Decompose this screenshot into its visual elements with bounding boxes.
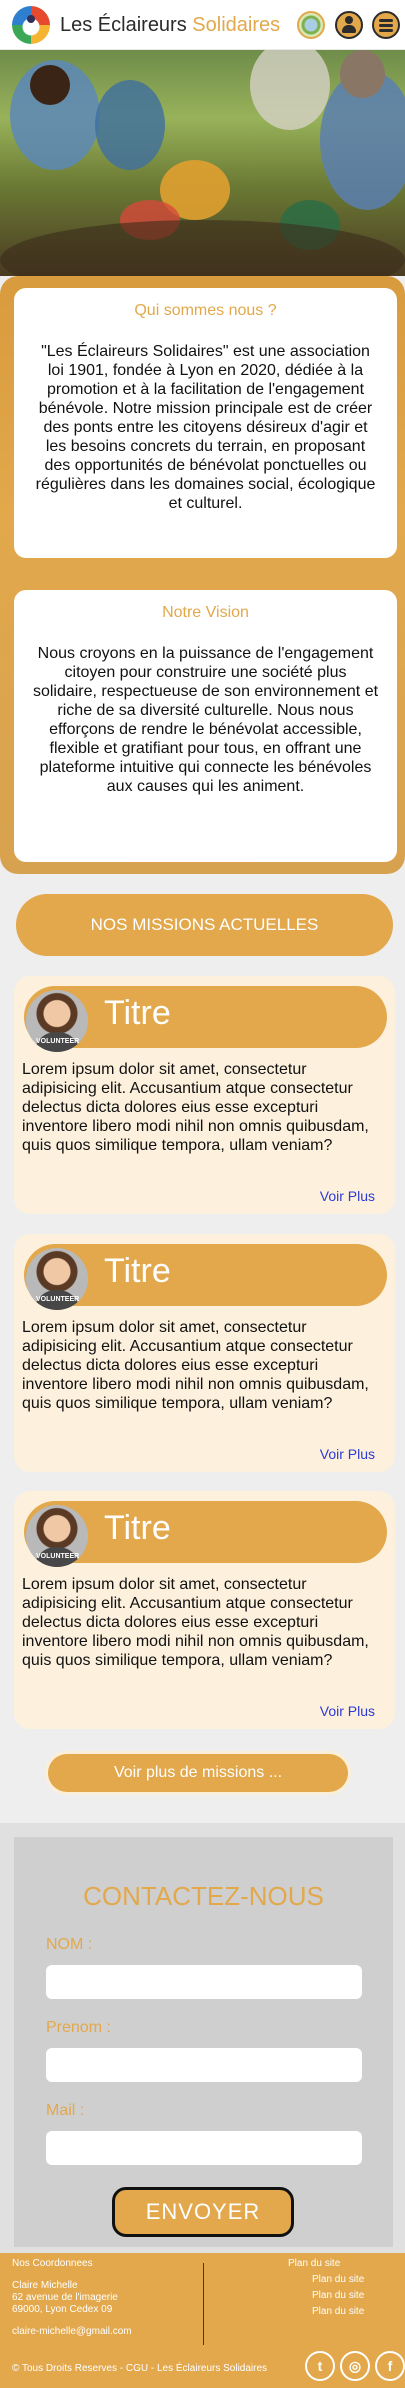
who-card: Qui sommes nous ? "Les Éclaireurs Solida… [14, 288, 397, 558]
hero-image [0, 50, 405, 276]
brand-main: Les Éclaireurs [60, 14, 187, 36]
mission-text: Lorem ipsum dolor sit amet, consectetur … [22, 1319, 369, 1412]
mail-field[interactable] [46, 2131, 362, 2165]
brand-accent: Solidaires [192, 14, 281, 36]
send-button[interactable]: ENVOYER [112, 2187, 294, 2237]
nom-field[interactable] [46, 1965, 362, 1999]
mission-card: VOLUNTEER Titre Lorem ipsum dolor sit am… [14, 1234, 395, 1472]
contact-form: CONTACTEZ-NOUS NOM : Prenom : Mail : ENV… [14, 1837, 393, 2247]
instagram-icon[interactable]: ◎ [340, 2351, 370, 2381]
mission-card: VOLUNTEER Titre Lorem ipsum dolor sit am… [14, 1491, 395, 1729]
sitemap-link[interactable]: Plan du site [312, 2290, 364, 2302]
missions-heading: NOS MISSIONS ACTUELLES [16, 894, 393, 956]
sitemap-link[interactable]: Plan du site [312, 2306, 364, 2318]
prenom-field[interactable] [46, 2048, 362, 2082]
volunteer-badge: VOLUNTEER [36, 1038, 80, 1045]
contact-title: CONTACTEZ-NOUS [83, 1881, 324, 1911]
see-more-link[interactable]: Voir Plus [320, 1446, 375, 1462]
copyright: © Tous Droits Reserves - CGU - Les Éclai… [12, 2363, 268, 2374]
contact-name: Claire Michelle [12, 2280, 78, 2291]
site-header: Les Éclaireurs Solidaires [0, 0, 405, 50]
brand-name[interactable]: Les Éclaireurs Solidaires [60, 14, 280, 37]
vision-text: Nous croyons en la puissance de l'engage… [32, 645, 379, 795]
user-icon[interactable] [335, 11, 363, 39]
volunteer-avatar: VOLUNTEER [26, 990, 88, 1052]
who-text: "Les Éclaireurs Solidaires" est une asso… [35, 343, 376, 512]
volunteer-badge: VOLUNTEER [36, 1296, 80, 1303]
contact-city: 69000, Lyon Cedex 09 [12, 2304, 113, 2315]
see-more-missions-button[interactable]: Voir plus de missions ... [48, 1754, 348, 1792]
mission-title: Titre [104, 1509, 171, 1547]
volunteer-avatar: VOLUNTEER [26, 1248, 88, 1310]
see-more-link[interactable]: Voir Plus [320, 1703, 375, 1719]
logo-icon[interactable] [12, 6, 50, 44]
volunteer-avatar: VOLUNTEER [26, 1505, 88, 1567]
about-section: Qui sommes nous ? "Les Éclaireurs Solida… [0, 276, 405, 874]
coords-title: Nos Coordonnees [12, 2258, 93, 2269]
menu-icon[interactable] [372, 11, 400, 39]
volunteer-badge: VOLUNTEER [36, 1553, 80, 1560]
nom-label: NOM : [46, 1936, 93, 1953]
site-footer: Nos Coordonnees Claire Michelle 62 avenu… [0, 2253, 405, 2388]
globe-icon[interactable] [297, 11, 325, 39]
mission-text: Lorem ipsum dolor sit amet, consectetur … [22, 1576, 369, 1669]
mission-text: Lorem ipsum dolor sit amet, consectetur … [22, 1061, 369, 1154]
mission-title: Titre [104, 1252, 171, 1290]
mission-title: Titre [104, 994, 171, 1032]
twitter-icon[interactable]: t [305, 2351, 335, 2381]
mission-card: VOLUNTEER Titre Lorem ipsum dolor sit am… [14, 976, 395, 1214]
mail-label: Mail : [46, 2102, 85, 2119]
sitemap-link[interactable]: Plan du site [312, 2274, 364, 2286]
vision-card: Notre Vision Nous croyons en la puissanc… [14, 590, 397, 862]
prenom-label: Prenom : [46, 2019, 111, 2036]
contact-email[interactable]: claire-michelle@gmail.com [12, 2326, 132, 2338]
see-more-link[interactable]: Voir Plus [320, 1188, 375, 1204]
contact-address: 62 avenue de l'imagerie [12, 2292, 118, 2303]
vision-title: Notre Vision [162, 604, 249, 621]
footer-divider [203, 2263, 204, 2345]
facebook-icon[interactable]: f [375, 2351, 405, 2381]
who-title: Qui sommes nous ? [134, 302, 277, 319]
sitemap-link[interactable]: Plan du site [288, 2258, 340, 2270]
contact-section: CONTACTEZ-NOUS NOM : Prenom : Mail : ENV… [0, 1823, 405, 2253]
